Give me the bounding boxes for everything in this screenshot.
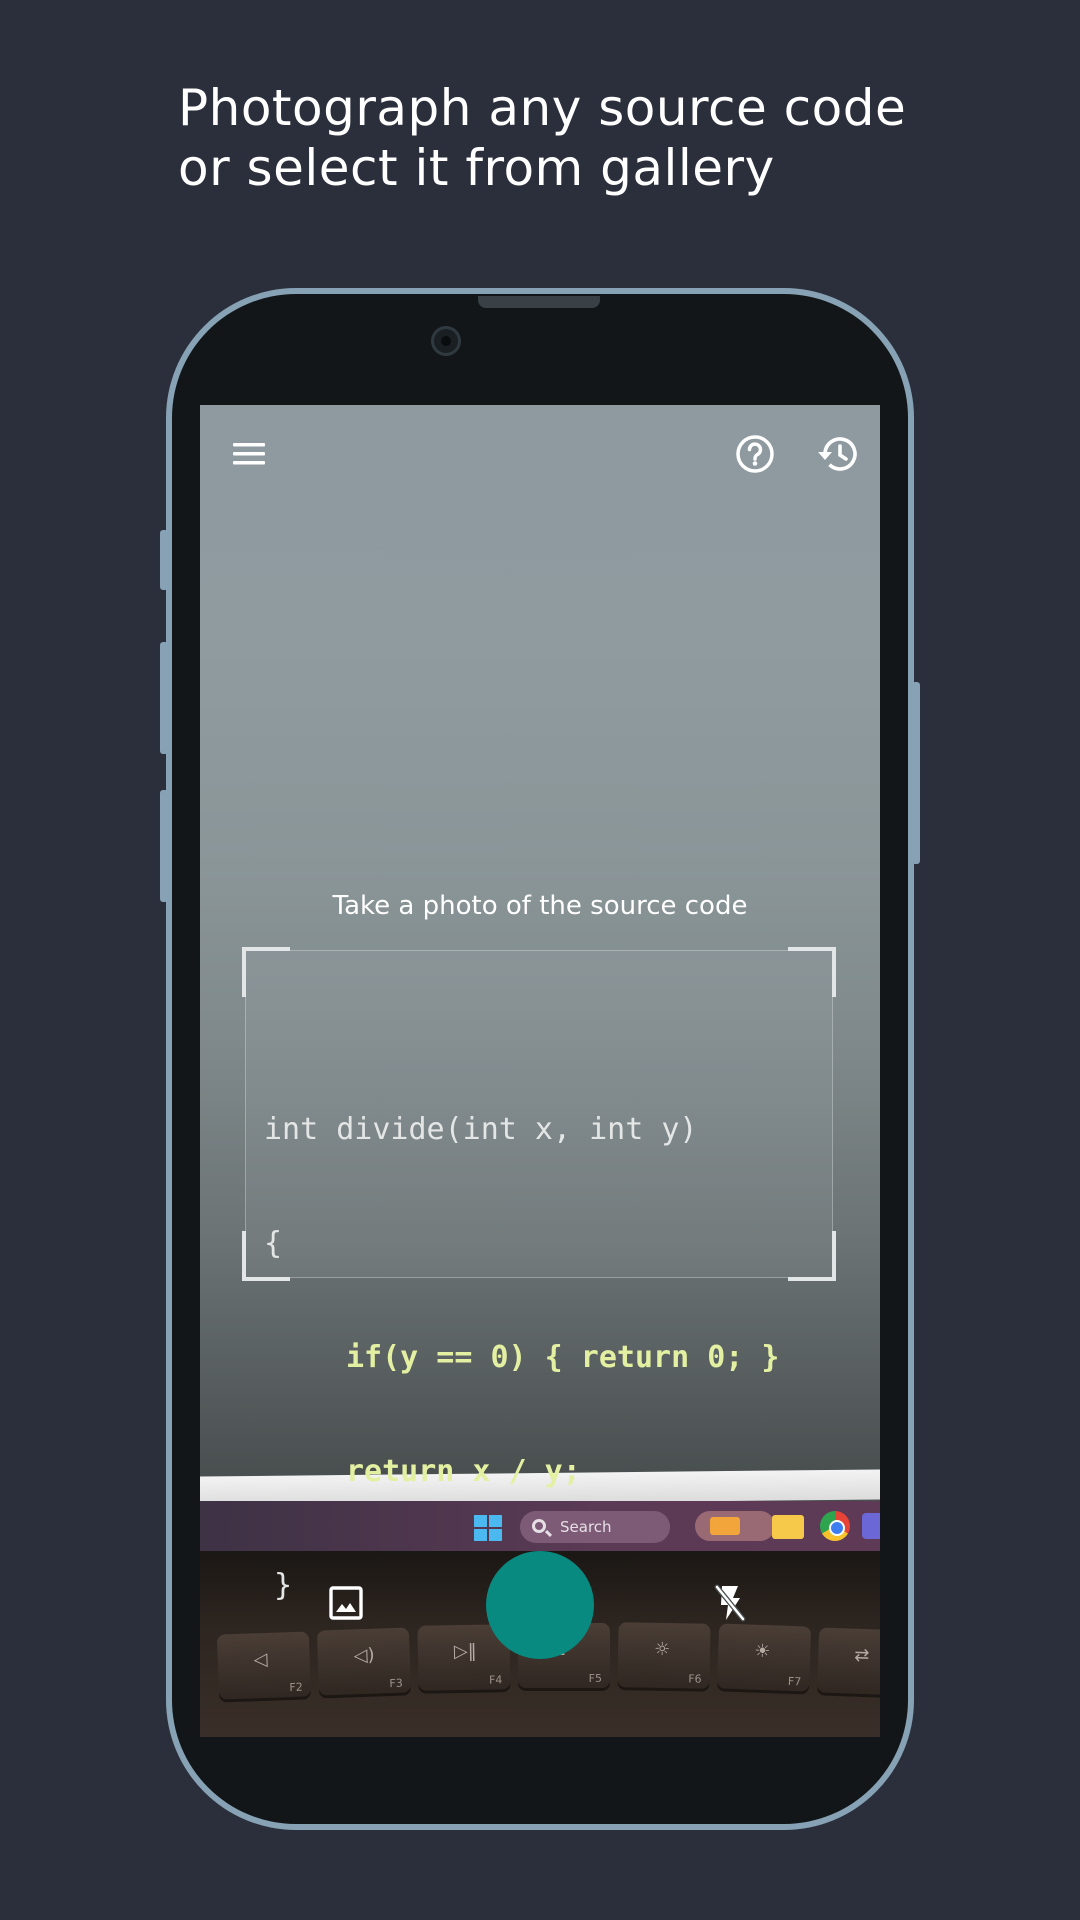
flash-off-icon [714, 1584, 746, 1622]
phone-speaker [478, 296, 600, 308]
chrome-icon [820, 1511, 850, 1541]
flash-toggle-button[interactable] [712, 1583, 748, 1623]
code-line: if(y == 0) { return 0; } [346, 1340, 780, 1375]
image-gallery-icon [329, 1586, 363, 1620]
code-line: return x / y; [346, 1454, 581, 1489]
headline-line-1: Photograph any source code [178, 79, 907, 137]
scan-corner-bottom-right [788, 1231, 836, 1281]
headline: Photograph any source code or select it … [178, 78, 998, 198]
key-label: F7 [787, 1674, 802, 1689]
scan-corner-top-left [242, 947, 290, 997]
history-icon [818, 437, 857, 471]
help-button[interactable] [734, 433, 776, 475]
key-label: F2 [289, 1680, 303, 1695]
gallery-button[interactable] [328, 1585, 364, 1621]
scan-corner-top-right [788, 947, 836, 997]
history-button[interactable] [816, 433, 860, 475]
code-line: { [264, 1226, 283, 1261]
front-camera-icon [431, 326, 461, 356]
capture-prompt: Take a photo of the source code [332, 891, 748, 921]
keyboard-key: ⇄ [816, 1627, 880, 1699]
code-line: int divide(int x, int y) [264, 1112, 698, 1147]
headline-line-2: or select it from gallery [178, 139, 775, 197]
shutter-button[interactable] [486, 1551, 594, 1659]
help-circle-icon [736, 435, 774, 473]
camera-screen[interactable]: Search ◁F2 ◁)F3 ▷‖F4 ⌂F5 ☼F6 ☀F7 ⇄ [200, 405, 880, 1737]
teams-icon [862, 1513, 880, 1539]
menu-button[interactable] [230, 437, 268, 471]
menu-icon [233, 443, 265, 465]
